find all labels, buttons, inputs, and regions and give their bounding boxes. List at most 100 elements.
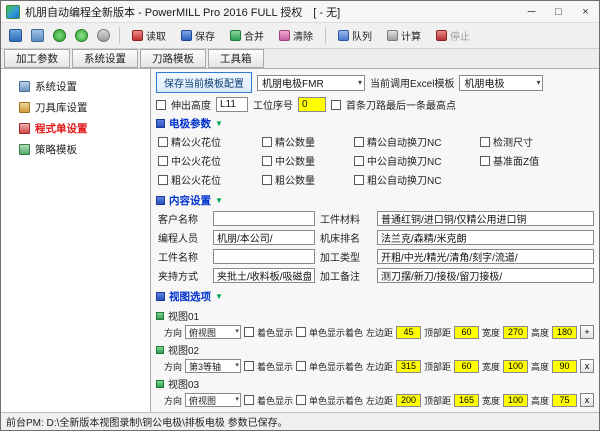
electrode-option[interactable]: 基准面Z值 [480, 153, 594, 168]
workpiece-material-input[interactable] [377, 211, 594, 226]
views-section-header[interactable]: 视图选项 ▼ [156, 289, 594, 304]
checkbox[interactable] [262, 175, 272, 185]
close-button[interactable]: × [572, 1, 599, 22]
view03-direction-select[interactable]: 俯视图 [185, 393, 241, 407]
view01-direction-select[interactable]: 俯视图 [185, 325, 241, 339]
queue-button[interactable]: 队列 [331, 25, 379, 46]
display-icon[interactable] [27, 26, 48, 46]
direction-label: 方向 [164, 326, 182, 339]
clamping-method-input[interactable] [213, 268, 315, 283]
electrode-option[interactable]: 精公自动换刀NC [354, 134, 480, 149]
save-button[interactable]: 保存 [174, 25, 222, 46]
clear-icon [279, 30, 290, 41]
view03-width-input[interactable] [503, 394, 528, 407]
extend-height-checkbox[interactable] [156, 100, 166, 110]
add-icon[interactable] [71, 26, 92, 46]
direction-value: 俯视图 [189, 326, 216, 339]
checkbox[interactable] [158, 175, 168, 185]
view01-height-input[interactable] [552, 326, 577, 339]
programmer-input[interactable] [213, 230, 315, 245]
program-sheet-icon [19, 123, 30, 134]
checkbox[interactable] [480, 156, 490, 166]
checkbox-label: 粗公火花位 [171, 172, 221, 187]
compute-button[interactable]: 计算 [380, 25, 428, 46]
merge-label: 合并 [244, 28, 264, 43]
checkbox[interactable] [262, 137, 272, 147]
toolbar-separator [119, 27, 120, 44]
view02-top-input[interactable] [454, 360, 479, 373]
electrode-option[interactable]: 中公数量 [262, 153, 354, 168]
sidebar-item-strategy-template[interactable]: 策略模板 [7, 140, 146, 159]
tab-machining-params[interactable]: 加工参数 [4, 49, 70, 68]
monitor-icon[interactable] [5, 26, 26, 46]
checkbox[interactable] [354, 137, 364, 147]
confirm-icon[interactable] [49, 26, 70, 46]
electrode-option[interactable]: 粗公火花位 [158, 172, 262, 187]
electrode-option[interactable]: 中公火花位 [158, 153, 262, 168]
electrode-option[interactable]: 粗公数量 [262, 172, 354, 187]
view02-direction-select[interactable]: 第3等轴 [185, 359, 241, 373]
content-section-header[interactable]: 内容设置 ▼ [156, 193, 594, 208]
view03-left-input[interactable] [396, 394, 421, 407]
electrode-option[interactable]: 检测尺寸 [480, 134, 594, 149]
remove-view-button[interactable]: x [580, 359, 594, 373]
machining-type-label: 加工类型 [320, 249, 372, 264]
view03-mono-checkbox[interactable] [296, 395, 306, 405]
electrode-option[interactable]: 中公自动换刀NC [354, 153, 480, 168]
checkbox[interactable] [158, 156, 168, 166]
electrode-option[interactable]: 精公火花位 [158, 134, 262, 149]
excel-template-select[interactable]: 机朋电极 [459, 75, 543, 91]
view02-mono-checkbox[interactable] [296, 361, 306, 371]
checkbox[interactable] [354, 156, 364, 166]
stop-button[interactable]: 停止 [429, 25, 477, 46]
gear-icon[interactable] [93, 26, 114, 46]
sidebar-item-tool-library[interactable]: 刀具库设置 [7, 98, 146, 117]
electrode-section-header[interactable]: 电极参数 ▼ [156, 116, 594, 131]
view01-shaded-checkbox[interactable] [244, 327, 254, 337]
maximize-button[interactable]: □ [545, 1, 572, 22]
minimize-button[interactable]: ─ [518, 1, 545, 22]
view01-top-input[interactable] [454, 326, 479, 339]
machining-type-input[interactable] [377, 249, 594, 264]
top-margin-label: 顶部距 [424, 394, 451, 407]
sidebar-item-program-sheet[interactable]: 程式单设置 [7, 119, 146, 138]
machining-note-input[interactable] [377, 268, 594, 283]
clear-button[interactable]: 清除 [272, 25, 320, 46]
view02-width-input[interactable] [503, 360, 528, 373]
view01-width-input[interactable] [503, 326, 528, 339]
remove-view-button[interactable]: x [580, 393, 594, 407]
view01-left-input[interactable] [396, 326, 421, 339]
electrode-option[interactable]: 精公数量 [262, 134, 354, 149]
extend-height-input[interactable] [216, 97, 248, 112]
tab-system-settings[interactable]: 系统设置 [72, 49, 138, 68]
tab-toolpath-template[interactable]: 刀路模板 [140, 49, 206, 68]
save-template-button[interactable]: 保存当前模板配置 [156, 72, 252, 93]
template-select[interactable]: 机朋电极FMR [257, 75, 365, 91]
checkbox[interactable] [480, 137, 490, 147]
checkbox[interactable] [354, 175, 364, 185]
electrode-option[interactable]: 粗公自动换刀NC [354, 172, 480, 187]
programmer-label: 编程人员 [158, 230, 208, 245]
option-row: 伸出高度 工位序号 首条刀路最后一条最高点 [156, 97, 594, 112]
tab-toolbox[interactable]: 工具箱 [208, 49, 264, 68]
station-number-input[interactable] [298, 97, 326, 112]
gear-icon-glyph [97, 29, 110, 42]
machine-brand-input[interactable] [377, 230, 594, 245]
view02-shaded-checkbox[interactable] [244, 361, 254, 371]
view03-top-input[interactable] [454, 394, 479, 407]
view01-mono-checkbox[interactable] [296, 327, 306, 337]
view02-height-input[interactable] [552, 360, 577, 373]
merge-button[interactable]: 合并 [223, 25, 271, 46]
read-button[interactable]: 读取 [125, 25, 173, 46]
view02-left-input[interactable] [396, 360, 421, 373]
first-path-checkbox[interactable] [331, 100, 341, 110]
checkbox[interactable] [158, 137, 168, 147]
workpiece-name-input[interactable] [213, 249, 315, 264]
chevron-down-icon: ▼ [215, 197, 223, 205]
view03-height-input[interactable] [552, 394, 577, 407]
add-view-button[interactable]: + [580, 325, 594, 339]
checkbox[interactable] [262, 156, 272, 166]
view03-shaded-checkbox[interactable] [244, 395, 254, 405]
sidebar-item-system-settings[interactable]: 系统设置 [7, 77, 146, 96]
customer-name-input[interactable] [213, 211, 315, 226]
